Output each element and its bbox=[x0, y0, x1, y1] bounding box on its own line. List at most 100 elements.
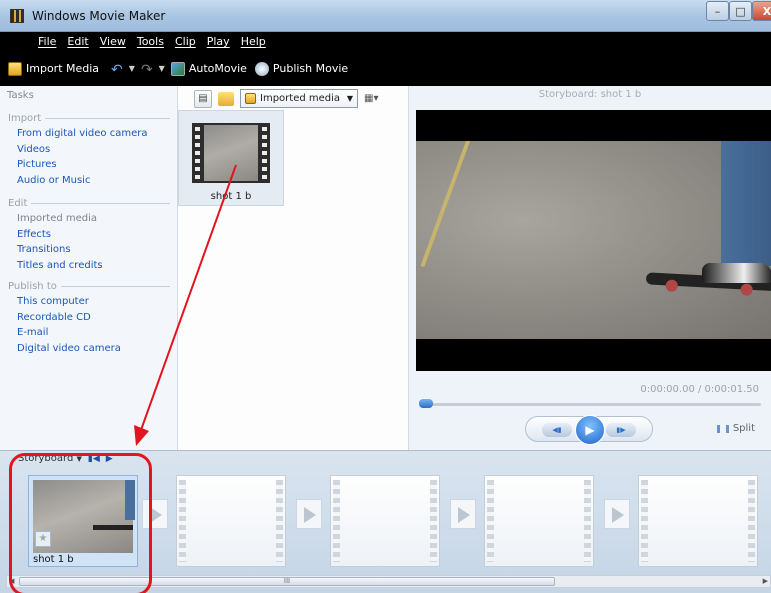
maximize-button[interactable]: □ bbox=[729, 1, 752, 21]
import-media-label: Import Media bbox=[26, 62, 100, 75]
menu-view[interactable]: View bbox=[100, 32, 126, 51]
scroll-right-arrow-icon[interactable]: ▶ bbox=[763, 576, 768, 587]
collection-select[interactable]: Imported media ▼ bbox=[240, 89, 358, 108]
video-frame-image bbox=[416, 141, 771, 339]
task-link-from-digital-video-camera[interactable]: From digital video camera bbox=[8, 126, 170, 142]
view-options-icon[interactable]: ▦▾ bbox=[364, 93, 378, 104]
task-link-titles-and-credits[interactable]: Titles and credits bbox=[8, 258, 170, 274]
task-section-publish: Publish to This computer Recordable CD E… bbox=[8, 278, 170, 356]
toolbar: Import Media ↶ ▼ ↷ ▼ AutoMovie Publish M… bbox=[0, 51, 771, 86]
road-line bbox=[420, 141, 476, 268]
publish-movie-button[interactable]: Publish Movie bbox=[254, 61, 349, 76]
skater-legs bbox=[721, 141, 771, 266]
film-perforation bbox=[333, 480, 340, 562]
film-perforation bbox=[276, 480, 283, 562]
menu-tools[interactable]: Tools bbox=[137, 32, 164, 51]
task-link-digital-video-camera[interactable]: Digital video camera bbox=[8, 341, 170, 357]
task-link-e-mail[interactable]: E-mail bbox=[8, 325, 170, 341]
film-perforation bbox=[748, 480, 755, 562]
import-media-icon bbox=[8, 61, 22, 76]
seek-bar[interactable] bbox=[421, 403, 761, 406]
show-tasks-pane-button[interactable]: ▤ bbox=[194, 89, 212, 108]
menu-play[interactable]: Play bbox=[207, 32, 230, 51]
previous-frame-button[interactable]: ◀▮ bbox=[542, 423, 572, 437]
section-title-edit: Edit bbox=[8, 195, 170, 211]
transition-slot[interactable] bbox=[604, 499, 630, 529]
film-perforation bbox=[487, 480, 494, 562]
task-link-imported-media: Imported media bbox=[17, 213, 98, 224]
chevron-down-icon: ▼ bbox=[346, 94, 353, 103]
automovie-icon bbox=[170, 61, 185, 76]
section-divider bbox=[60, 285, 170, 287]
automovie-button[interactable]: AutoMovie bbox=[170, 61, 247, 76]
menu-clip[interactable]: Clip bbox=[175, 32, 196, 51]
film-perforation bbox=[584, 480, 591, 562]
video-preview bbox=[416, 110, 771, 371]
collection-pane: ▤ Imported media ▼ ▦▾ shot 1 b bbox=[178, 86, 408, 450]
redo-dropdown-arrow-icon[interactable]: ▼ bbox=[159, 64, 165, 73]
task-link-audio-or-music[interactable]: Audio or Music bbox=[8, 173, 170, 189]
film-perforation bbox=[430, 480, 437, 562]
section-title-publish: Publish to bbox=[8, 278, 170, 294]
import-media-button[interactable]: Import Media bbox=[8, 61, 100, 76]
section-title-publish-label: Publish to bbox=[8, 280, 57, 292]
split-button[interactable]: Split bbox=[716, 423, 755, 434]
task-section-edit: Edit Imported media Effects Transitions … bbox=[8, 195, 170, 273]
preview-title: Storyboard: shot 1 b bbox=[538, 89, 642, 100]
tasks-pane: Tasks Import From digital video camera V… bbox=[0, 86, 178, 450]
undo-icon: ↶ bbox=[111, 61, 123, 78]
seek-thumb[interactable] bbox=[419, 399, 433, 408]
publish-movie-label: Publish Movie bbox=[272, 62, 349, 75]
menu-file[interactable]: File bbox=[38, 32, 56, 51]
film-perforation bbox=[195, 127, 200, 179]
timecode: 0:00:00.00 / 0:00:01.50 bbox=[640, 384, 759, 395]
task-link-recordable-cd[interactable]: Recordable CD bbox=[8, 310, 170, 326]
transition-slot[interactable] bbox=[450, 499, 476, 529]
media-photo bbox=[204, 125, 258, 181]
media-thumbnail bbox=[192, 123, 270, 183]
task-link-transitions[interactable]: Transitions bbox=[8, 242, 170, 258]
task-link-this-computer[interactable]: This computer bbox=[8, 294, 170, 310]
task-link-effects[interactable]: Effects bbox=[8, 227, 170, 243]
section-title-import: Import bbox=[8, 110, 170, 126]
media-item[interactable]: shot 1 b bbox=[178, 110, 284, 206]
menu-edit[interactable]: Edit bbox=[67, 32, 88, 51]
split-icon bbox=[716, 424, 729, 433]
menu-bar: File Edit View Tools Clip Play Help bbox=[0, 32, 771, 51]
undo-dropdown-arrow-icon[interactable]: ▼ bbox=[129, 64, 135, 73]
collections-folder-icon[interactable] bbox=[218, 91, 234, 106]
task-link-videos[interactable]: Videos bbox=[8, 142, 170, 158]
film-perforation bbox=[262, 127, 267, 179]
automovie-label: AutoMovie bbox=[188, 62, 247, 75]
empty-clip-slot[interactable] bbox=[484, 475, 594, 567]
section-title-import-label: Import bbox=[8, 112, 42, 124]
task-section-import: Import From digital video camera Videos … bbox=[8, 110, 170, 188]
empty-clip-slot[interactable] bbox=[638, 475, 758, 567]
menu-help[interactable]: Help bbox=[241, 32, 266, 51]
task-link-pictures[interactable]: Pictures bbox=[8, 157, 170, 173]
collection-select-value: Imported media bbox=[260, 93, 341, 104]
empty-clip-slot[interactable] bbox=[330, 475, 440, 567]
film-perforation bbox=[179, 480, 186, 562]
close-button[interactable]: X bbox=[752, 1, 771, 21]
wheel bbox=[665, 279, 679, 292]
publish-movie-icon bbox=[254, 61, 269, 76]
minimize-button[interactable]: – bbox=[706, 1, 729, 21]
section-divider bbox=[45, 117, 170, 119]
playback-controls: ◀▮ ▶ ▮▶ bbox=[525, 415, 653, 445]
next-frame-button[interactable]: ▮▶ bbox=[606, 423, 636, 437]
window-title: Windows Movie Maker bbox=[32, 9, 166, 23]
collection-folder-icon bbox=[245, 93, 256, 104]
section-title-edit-label: Edit bbox=[8, 197, 28, 209]
undo-button[interactable]: ↶ bbox=[111, 61, 123, 78]
play-button[interactable]: ▶ bbox=[575, 415, 605, 445]
redo-button[interactable]: ↷ bbox=[141, 62, 153, 78]
annotation-highlight-box bbox=[9, 453, 152, 593]
media-item-label: shot 1 b bbox=[210, 191, 252, 202]
transition-slot[interactable] bbox=[296, 499, 322, 529]
section-divider bbox=[31, 202, 170, 204]
movie-maker-app-icon bbox=[10, 9, 24, 23]
empty-clip-slot[interactable] bbox=[176, 475, 286, 567]
split-label: Split bbox=[732, 423, 755, 434]
title-bar: Windows Movie Maker – □ X bbox=[0, 0, 771, 32]
